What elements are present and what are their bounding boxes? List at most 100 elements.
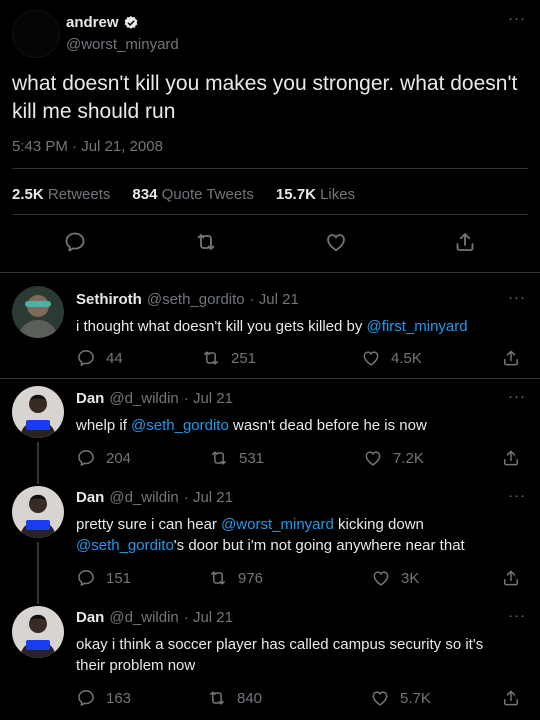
share-action[interactable] — [501, 348, 521, 368]
author-name[interactable]: andrew — [66, 14, 119, 31]
retweet-count: 840 — [237, 689, 263, 707]
retweets-count: 2.5K — [12, 186, 44, 203]
retweet-count: 531 — [239, 449, 265, 467]
reply-actions: 163 840 5.7K — [76, 688, 521, 708]
reply-icon[interactable] — [76, 448, 96, 468]
author-name-row[interactable]: andrew — [66, 14, 139, 31]
mention-link[interactable]: @first_minyard — [367, 318, 468, 335]
reply-author-handle[interactable]: @seth_gordito — [147, 291, 245, 308]
retweet-icon[interactable] — [208, 568, 228, 588]
share-action[interactable] — [501, 568, 521, 588]
reply-actions: 44 251 4.5K — [76, 348, 521, 368]
share-icon[interactable] — [453, 230, 477, 254]
like-count: 7.2K — [393, 449, 424, 467]
reply-text: okay i think a soccer player has called … — [76, 636, 484, 674]
avatar[interactable] — [12, 606, 64, 658]
reply-author-name[interactable]: Dan — [76, 489, 104, 506]
reply-author-name[interactable]: Sethiroth — [76, 291, 142, 308]
reply-author-handle[interactable]: @d_wildin — [109, 390, 178, 407]
reply-author-handle[interactable]: @d_wildin — [109, 489, 178, 506]
reply-text-part: pretty sure i can hear — [76, 516, 222, 533]
reply-actions: 151 976 3K — [76, 568, 521, 588]
like-icon[interactable] — [370, 688, 390, 708]
more-options-icon[interactable]: ··· — [508, 11, 526, 26]
reply-date[interactable]: · Jul 21 — [184, 390, 233, 407]
avatar[interactable] — [12, 386, 64, 438]
share-icon[interactable] — [501, 348, 521, 368]
like-action[interactable]: 3K — [371, 568, 501, 588]
reply-text-part: kicking down — [333, 516, 424, 533]
reply-action[interactable]: 44 — [76, 348, 201, 368]
reply-icon[interactable] — [76, 688, 96, 708]
retweets-stat[interactable]: 2.5K Retweets — [12, 186, 110, 203]
retweet-icon[interactable] — [201, 348, 221, 368]
retweet-icon[interactable] — [207, 688, 227, 708]
retweet-action[interactable]: 840 — [207, 688, 370, 708]
retweet-icon[interactable] — [194, 230, 218, 254]
reply-text: whelp if @seth_gordito wasn't dead befor… — [76, 415, 516, 436]
likes-stat[interactable]: 15.7K Likes — [276, 186, 355, 203]
reply-text-part: wasn't dead before he is now — [228, 417, 427, 434]
likes-label: Likes — [320, 186, 356, 203]
retweet-count: 976 — [238, 569, 264, 587]
avatar[interactable] — [12, 286, 64, 338]
share-action[interactable] — [501, 688, 521, 708]
more-options-icon[interactable]: ··· — [508, 389, 526, 404]
verified-badge-icon — [123, 15, 139, 31]
reply-action[interactable]: 163 — [76, 688, 207, 708]
reply-action[interactable]: 204 — [76, 448, 209, 468]
like-icon[interactable] — [324, 230, 348, 254]
thread-line — [37, 542, 39, 604]
share-icon[interactable] — [501, 688, 521, 708]
reply-action[interactable]: 151 — [76, 568, 208, 588]
reply-date[interactable]: · Jul 21 — [250, 291, 299, 308]
like-count: 3K — [401, 569, 420, 587]
like-icon[interactable] — [361, 348, 381, 368]
author-handle[interactable]: @worst_minyard — [66, 36, 179, 53]
reply-date[interactable]: · Jul 21 — [184, 609, 233, 626]
more-options-icon[interactable]: ··· — [508, 290, 526, 305]
retweet-action[interactable]: 531 — [209, 448, 363, 468]
retweet-count: 251 — [231, 349, 257, 367]
tweet-timestamp[interactable]: 5:43 PM · Jul 21, 2008 — [12, 138, 163, 155]
reply-count: 204 — [106, 449, 132, 467]
reply-icon[interactable] — [76, 348, 96, 368]
author-avatar[interactable] — [12, 10, 60, 58]
reply-header: Sethiroth @seth_gordito · Jul 21 — [76, 291, 299, 308]
like-action[interactable]: 4.5K — [361, 348, 501, 368]
mention-link[interactable]: @seth_gordito — [131, 417, 229, 434]
mention-link[interactable]: @worst_minyard — [221, 516, 334, 533]
avatar[interactable] — [12, 486, 64, 538]
more-options-icon[interactable]: ··· — [508, 608, 526, 623]
reply-icon[interactable] — [63, 230, 87, 254]
retweet-action[interactable]: 251 — [201, 348, 361, 368]
reply-count: 163 — [106, 689, 132, 707]
tweet-text: what doesn't kill you makes you stronger… — [12, 72, 518, 123]
reply-actions: 204 531 7.2K — [76, 448, 521, 468]
retweet-action[interactable]: 976 — [208, 568, 371, 588]
like-icon[interactable] — [371, 568, 391, 588]
reply-text: pretty sure i can hear @worst_minyard ki… — [76, 514, 516, 556]
reply-text: i thought what doesn't kill you gets kil… — [76, 316, 516, 337]
mention-link[interactable]: @seth_gordito — [76, 537, 174, 554]
more-options-icon[interactable]: ··· — [508, 488, 526, 503]
share-action[interactable] — [501, 448, 521, 468]
like-icon[interactable] — [363, 448, 383, 468]
reply-author-name[interactable]: Dan — [76, 390, 104, 407]
share-icon[interactable] — [501, 568, 521, 588]
reply-header: Dan @d_wildin · Jul 21 — [76, 609, 233, 626]
share-icon[interactable] — [501, 448, 521, 468]
reply-count: 151 — [106, 569, 132, 587]
retweet-icon[interactable] — [209, 448, 229, 468]
quotes-stat[interactable]: 834 Quote Tweets — [132, 186, 253, 203]
reply-date[interactable]: · Jul 21 — [184, 489, 233, 506]
quotes-label: Quote Tweets — [161, 186, 254, 203]
like-action[interactable]: 7.2K — [363, 448, 501, 468]
reply-author-handle[interactable]: @d_wildin — [109, 609, 178, 626]
reply-author-name[interactable]: Dan — [76, 609, 104, 626]
reply-text-part: whelp if — [76, 417, 132, 434]
like-action[interactable]: 5.7K — [370, 688, 501, 708]
like-count: 4.5K — [391, 349, 422, 367]
reply-icon[interactable] — [76, 568, 96, 588]
likes-count: 15.7K — [275, 186, 316, 203]
